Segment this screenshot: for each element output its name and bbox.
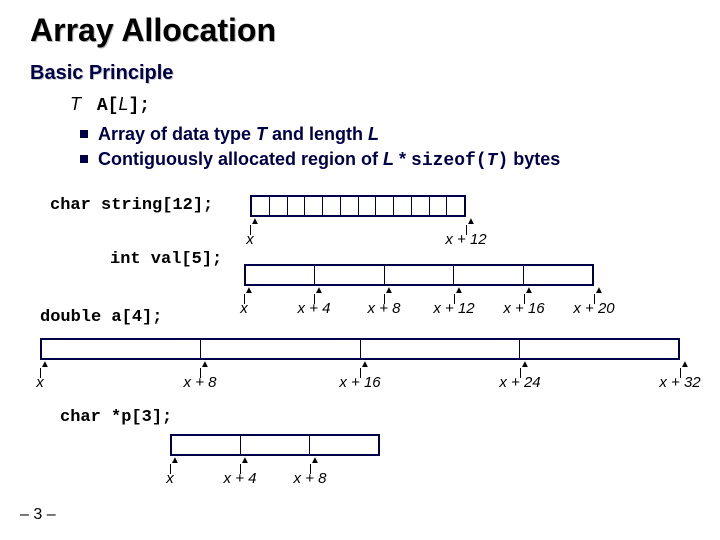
array-cell [288, 197, 306, 215]
array-cell [454, 266, 523, 284]
array-cell [376, 197, 394, 215]
slide-title: Array Allocation [30, 12, 276, 49]
array-cell [361, 340, 520, 358]
bullet-marker-icon [80, 155, 88, 163]
array-cell [520, 340, 678, 358]
b2-text-g: bytes [508, 149, 560, 169]
label-char-p: char *p[3]; [60, 408, 172, 427]
array-cell [201, 340, 360, 358]
array-box-string [250, 195, 466, 217]
array-cell [252, 197, 270, 215]
b2-L: L [383, 149, 394, 169]
array-box-p [170, 434, 380, 456]
b2-sizeof-close: ) [497, 151, 508, 171]
b1-L: L [368, 124, 379, 144]
slide-subtitle: Basic Principle [30, 62, 173, 85]
b2-text-a: Contiguously allocated region of [98, 149, 383, 169]
b1-text-c: and length [267, 124, 368, 144]
array-cell [447, 197, 464, 215]
b1-text-a: Array of data type [98, 124, 256, 144]
decl-L: L [118, 94, 128, 114]
array-cell [341, 197, 359, 215]
array-cell [270, 197, 288, 215]
b2-T: T [487, 151, 498, 171]
array-cell [315, 266, 384, 284]
label-char-string: char string[12]; [50, 196, 213, 215]
bullet-2: Contiguously allocated region of L * siz… [80, 149, 560, 171]
array-cell [246, 266, 315, 284]
b2-sizeof-open: sizeof( [411, 151, 487, 171]
label-int-val: int val[5]; [110, 250, 222, 269]
array-cell [323, 197, 341, 215]
bullet-marker-icon [80, 130, 88, 138]
array-cell [394, 197, 412, 215]
array-box-val [244, 264, 594, 286]
decl-close: ]; [128, 96, 150, 116]
array-box-a [40, 338, 680, 360]
declaration-line: T A[L]; [70, 94, 150, 116]
array-cell [241, 436, 310, 454]
array-cell [359, 197, 377, 215]
array-cell [172, 436, 241, 454]
decl-T: T [70, 94, 81, 114]
array-cell [524, 266, 592, 284]
bullet-1: Array of data type T and length L [80, 124, 560, 145]
array-cell [430, 197, 448, 215]
decl-A: A[ [86, 96, 118, 116]
b2-text-c: * [394, 149, 411, 169]
label-double-a: double a[4]; [40, 308, 162, 327]
slide-number: – 3 – [20, 506, 56, 524]
b1-T: T [256, 124, 267, 144]
array-cell [412, 197, 430, 215]
array-cell [305, 197, 323, 215]
bullet-list: Array of data type T and length L Contig… [80, 124, 560, 175]
array-cell [42, 340, 201, 358]
array-cell [310, 436, 378, 454]
array-cell [385, 266, 454, 284]
